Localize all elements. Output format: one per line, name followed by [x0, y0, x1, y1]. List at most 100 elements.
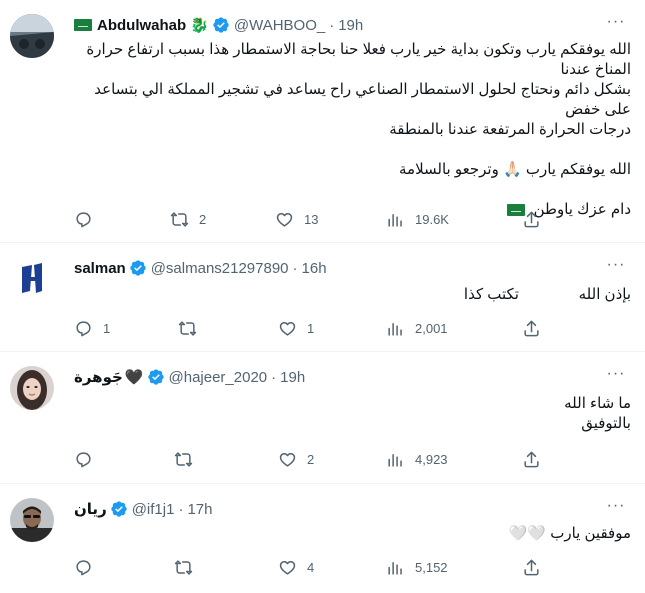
text-right: بإذن الله — [578, 286, 631, 303]
avatar[interactable] — [10, 366, 54, 410]
separator-dot: · — [329, 16, 335, 34]
cockpit-avatar-image — [10, 14, 54, 58]
share-icon — [524, 320, 539, 337]
text-line: درجات الحرارة المرتفعة عندنا بالمنطقة — [389, 121, 631, 138]
verified-badge-icon — [212, 16, 230, 34]
like-button[interactable]: 13 — [275, 210, 318, 229]
reply-button[interactable] — [74, 450, 103, 469]
separator-dot: · — [292, 259, 298, 277]
profile-photo-avatar — [10, 366, 54, 410]
text-line: ما شاء الله — [564, 395, 631, 412]
avatar[interactable] — [10, 257, 54, 301]
repost-icon — [178, 321, 197, 336]
timestamp[interactable]: 17h — [187, 501, 212, 518]
views-button[interactable]: 5,152 — [386, 558, 448, 577]
tweet-hajeer[interactable]: جَوهرة 🖤 @hajeer_2020 · 19h ··· ما شاء ا… — [0, 352, 645, 484]
tweet-text: موفقين يارب 🤍🤍 — [74, 524, 631, 544]
text-line: الله يوفقكم يارب 🙏🏻 وترجعو بالسلامة — [399, 161, 631, 178]
tweet-text: ما شاء الله بالتوفيق — [74, 394, 631, 434]
tweet-header: Abdulwahab 🐉 @WAHBOO_ · 19h — [74, 16, 615, 34]
reply-button[interactable] — [74, 558, 103, 577]
repost-button[interactable]: 2 — [170, 210, 206, 229]
views-button[interactable]: 19.6K — [386, 210, 449, 229]
heart-icon — [276, 212, 293, 227]
views-icon — [388, 322, 402, 336]
tweet-actions: 4 5,152 — [74, 558, 544, 578]
repost-button[interactable] — [174, 450, 203, 469]
tweet-header: ريان @if1j1 · 17h — [74, 500, 615, 519]
timestamp[interactable]: 16h — [302, 260, 327, 277]
handle[interactable]: @WAHBOO_ — [234, 17, 325, 34]
tweet-abdulwahab[interactable]: Abdulwahab 🐉 @WAHBOO_ · 19h ··· الله يوف… — [0, 0, 645, 243]
display-name[interactable]: salman — [74, 260, 126, 277]
more-icon[interactable]: ··· — [605, 14, 627, 34]
more-icon[interactable]: ··· — [605, 498, 627, 518]
tweet-salman[interactable]: salman @salmans21297890 · 16h ··· بإذن ا… — [0, 243, 645, 352]
repost-icon — [170, 212, 189, 227]
text-left: تكتب كذا — [463, 286, 519, 303]
repost-icon — [174, 452, 193, 467]
like-button[interactable]: 1 — [278, 319, 314, 338]
share-button[interactable] — [522, 558, 541, 577]
text-line: موفقين يارب 🤍🤍 — [508, 525, 631, 542]
display-name[interactable]: Abdulwahab — [97, 17, 186, 34]
heart-icon — [279, 452, 296, 467]
views-icon — [388, 213, 402, 227]
verified-badge-icon — [129, 259, 147, 277]
more-icon[interactable]: ··· — [605, 366, 627, 386]
repost-icon — [174, 560, 193, 575]
reply-icon — [76, 560, 91, 576]
handle[interactable]: @hajeer_2020 — [169, 369, 268, 386]
share-icon — [524, 559, 539, 576]
heart-icon — [279, 560, 296, 575]
heart-icon — [279, 321, 296, 336]
views-icon — [388, 561, 402, 575]
saudi-flag-icon — [74, 19, 92, 31]
like-button[interactable]: 4 — [278, 558, 314, 577]
tweet-actions: 2 13 19.6K — [74, 210, 544, 230]
views-icon — [388, 453, 402, 467]
share-button[interactable] — [522, 210, 541, 229]
profile-photo-avatar — [10, 498, 54, 542]
text-line: بالتوفيق — [581, 415, 631, 432]
heart-emoji: 🖤 — [124, 369, 144, 386]
tweet-rayan[interactable]: ريان @if1j1 · 17h ··· موفقين يارب 🤍🤍 4 5… — [0, 484, 645, 593]
reply-button[interactable]: 1 — [74, 319, 110, 338]
reply-icon — [76, 321, 91, 337]
display-name[interactable]: جَوهرة — [74, 368, 123, 386]
avatar[interactable] — [10, 498, 54, 542]
share-icon — [524, 451, 539, 468]
repost-button[interactable] — [178, 319, 207, 338]
display-name[interactable]: ريان — [74, 500, 107, 518]
timestamp[interactable]: 19h — [280, 369, 305, 386]
club-logo-avatar — [10, 257, 54, 301]
like-button[interactable]: 2 — [278, 450, 314, 469]
avatar[interactable] — [10, 14, 54, 58]
tweet-header: salman @salmans21297890 · 16h — [74, 259, 615, 277]
reply-button[interactable] — [74, 210, 103, 229]
tweet-actions: 2 4,923 — [74, 450, 544, 470]
verified-badge-icon — [147, 368, 165, 386]
tweet-text: الله يوفقكم يارب وتكون بداية خير يارب فع… — [74, 40, 631, 220]
share-button[interactable] — [522, 450, 541, 469]
text-line: بشكل دائم ونحتاج لحلول الاستمطار الصناعي… — [94, 81, 631, 118]
views-button[interactable]: 4,923 — [386, 450, 448, 469]
views-button[interactable]: 2,001 — [386, 319, 448, 338]
text-line: الله يوفقكم يارب وتكون بداية خير يارب فع… — [86, 41, 631, 78]
handle[interactable]: @salmans21297890 — [151, 260, 289, 277]
reply-icon — [76, 212, 91, 228]
share-button[interactable] — [522, 319, 541, 338]
tweet-header: جَوهرة 🖤 @hajeer_2020 · 19h — [74, 368, 615, 387]
dragon-emoji: 🐉 — [190, 17, 209, 34]
share-icon — [524, 211, 539, 228]
repost-button[interactable] — [174, 558, 203, 577]
separator-dot: · — [271, 368, 277, 386]
reply-thread: Abdulwahab 🐉 @WAHBOO_ · 19h ··· الله يوف… — [0, 0, 645, 593]
timestamp[interactable]: 19h — [338, 17, 363, 34]
separator-dot: · — [178, 500, 184, 518]
handle[interactable]: @if1j1 — [132, 501, 175, 518]
reply-icon — [76, 452, 91, 468]
verified-badge-icon — [110, 500, 128, 518]
tweet-actions: 1 1 2,001 — [74, 319, 544, 339]
more-icon[interactable]: ··· — [605, 257, 627, 277]
